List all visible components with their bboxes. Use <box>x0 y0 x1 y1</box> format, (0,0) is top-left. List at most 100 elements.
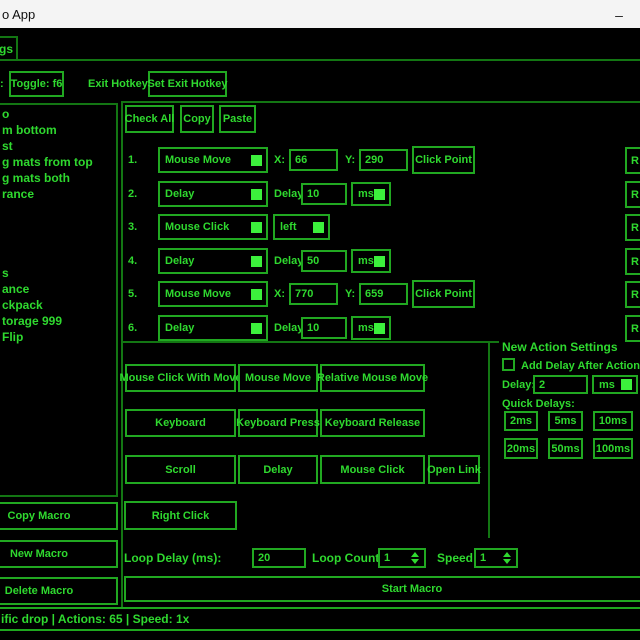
remove-action-button[interactable]: R <box>625 181 640 208</box>
delay-label: Delay: <box>502 379 535 391</box>
start-macro-button[interactable]: Start Macro <box>124 576 640 602</box>
action-row-number: 6. <box>128 322 137 334</box>
action-type-dropdown[interactable]: Delay <box>158 248 268 274</box>
delay-input[interactable]: 50 <box>301 250 347 272</box>
action-row-number: 1. <box>128 154 137 166</box>
mouse-button-dropdown[interactable]: left <box>273 214 330 240</box>
dropdown-indicator-icon <box>251 222 262 233</box>
quick-delay-20ms-button[interactable]: 20ms <box>504 438 538 459</box>
dropdown-indicator-icon <box>313 222 324 233</box>
quick-delay-100ms-button[interactable]: 100ms <box>593 438 633 459</box>
delay-unit-dropdown-value: ms <box>358 322 374 334</box>
action-type-dropdown-value: Mouse Move <box>165 154 231 166</box>
dropdown-indicator-icon <box>251 155 262 166</box>
action-type-dropdown-value: Mouse Click <box>165 221 229 233</box>
action-row-number: 4. <box>128 255 137 267</box>
loop-delay-input[interactable]: 20 <box>252 548 306 568</box>
click-point-button[interactable]: Click Point <box>412 280 475 308</box>
action-type-dropdown-value: Delay <box>165 322 194 334</box>
app-window: o App – gs : Toggle: f6 Exit Hotkey: Set… <box>0 0 640 640</box>
quick-delay-5ms-button[interactable]: 5ms <box>548 411 583 431</box>
status-text: ific drop | Actions: 65 | Speed: 1x <box>1 612 189 626</box>
status-bar: ific drop | Actions: 65 | Speed: 1x <box>0 607 640 631</box>
loop-count-value: 1 <box>384 552 390 564</box>
remove-action-button[interactable]: R <box>625 315 640 342</box>
spinner-arrows-icon[interactable] <box>501 552 513 564</box>
loop-delay-label: Loop Delay (ms): <box>124 551 221 565</box>
dropdown-indicator-icon <box>374 189 385 200</box>
loop-count-stepper[interactable]: 1 <box>378 548 426 568</box>
remove-action-button[interactable]: R <box>625 214 640 241</box>
delete-macro-button[interactable]: Delete Macro <box>0 577 118 605</box>
y-label: Y: <box>345 154 355 166</box>
add-relative-mouse-move-button[interactable]: Relative Mouse Move <box>320 364 425 392</box>
delay-unit-dropdown-value: ms <box>358 255 374 267</box>
delay-input[interactable]: 10 <box>301 183 347 205</box>
click-point-button[interactable]: Click Point <box>412 146 475 174</box>
delay-unit-dropdown[interactable]: ms <box>351 316 391 340</box>
copy-macro-button[interactable]: Copy Macro <box>0 502 118 530</box>
new-action-settings-title: New Action Settings <box>502 340 618 354</box>
add-open-link-button[interactable]: Open Link <box>428 455 480 484</box>
dropdown-indicator-icon <box>251 289 262 300</box>
dropdown-indicator-icon <box>374 323 385 334</box>
add-mouse-move-button[interactable]: Mouse Move <box>238 364 318 392</box>
add-scroll-button[interactable]: Scroll <box>125 455 236 484</box>
x-input[interactable]: 66 <box>289 149 338 171</box>
action-type-dropdown[interactable]: Delay <box>158 315 268 341</box>
remove-action-button[interactable]: R <box>625 281 640 308</box>
speed-stepper[interactable]: 1 <box>474 548 518 568</box>
new-macro-button[interactable]: New Macro <box>0 540 118 568</box>
dropdown-indicator-icon <box>251 323 262 334</box>
settings-divider <box>488 343 490 538</box>
add-keyboard-button[interactable]: Keyboard <box>125 409 236 437</box>
add-mouse-click-button[interactable]: Mouse Click <box>320 455 425 484</box>
delay-unit-dropdown[interactable]: ms <box>592 375 638 394</box>
y-input[interactable]: 659 <box>359 283 408 305</box>
speed-label: Speed: <box>437 551 477 565</box>
delay-label: Delay <box>274 322 303 334</box>
dropdown-indicator-icon <box>251 189 262 200</box>
delay-unit-dropdown[interactable]: ms <box>351 182 391 206</box>
speed-value: 1 <box>480 552 486 564</box>
action-list: 1.Mouse MoveX:66Y:290Click PointR2.Delay… <box>0 0 640 343</box>
action-list-bottom-border <box>121 341 499 343</box>
delay-label: Delay <box>274 188 303 200</box>
action-type-dropdown[interactable]: Delay <box>158 181 268 207</box>
dropdown-indicator-icon <box>251 256 262 267</box>
action-row-number: 5. <box>128 288 137 300</box>
action-type-dropdown[interactable]: Mouse Click <box>158 214 268 240</box>
quick-delay-10ms-button[interactable]: 10ms <box>593 411 633 431</box>
x-input[interactable]: 770 <box>289 283 338 305</box>
add-keyboard-press-button[interactable]: Keyboard Press <box>238 409 318 437</box>
add-right-click-button[interactable]: Right Click <box>124 501 237 530</box>
spinner-arrows-icon[interactable] <box>409 552 421 564</box>
quick-delay-50ms-button[interactable]: 50ms <box>548 438 583 459</box>
x-label: X: <box>274 288 285 300</box>
remove-action-button[interactable]: R <box>625 147 640 174</box>
delay-input[interactable]: 2 <box>533 375 588 394</box>
action-row-number: 2. <box>128 188 137 200</box>
add-mouse-click-with-move-button[interactable]: Mouse Click With Move <box>125 364 236 392</box>
delay-input[interactable]: 10 <box>301 317 347 339</box>
add-keyboard-release-button[interactable]: Keyboard Release <box>320 409 425 437</box>
delay-unit-value: ms <box>599 379 615 391</box>
quick-delay-2ms-button[interactable]: 2ms <box>504 411 538 431</box>
add-delay-checkbox-label: Add Delay After Action <box>521 360 640 372</box>
add-delay-checkbox[interactable] <box>502 358 515 371</box>
delay-label: Delay <box>274 255 303 267</box>
mouse-button-dropdown-value: left <box>280 221 297 233</box>
action-type-dropdown-value: Delay <box>165 188 194 200</box>
dropdown-indicator-icon <box>621 379 632 390</box>
delay-unit-dropdown[interactable]: ms <box>351 249 391 273</box>
y-input[interactable]: 290 <box>359 149 408 171</box>
x-label: X: <box>274 154 285 166</box>
action-type-dropdown[interactable]: Mouse Move <box>158 281 268 307</box>
action-type-dropdown-value: Delay <box>165 255 194 267</box>
loop-count-label: Loop Count: <box>312 551 383 565</box>
action-type-dropdown[interactable]: Mouse Move <box>158 147 268 173</box>
y-label: Y: <box>345 288 355 300</box>
remove-action-button[interactable]: R <box>625 248 640 275</box>
add-delay-button[interactable]: Delay <box>238 455 318 484</box>
delay-unit-dropdown-value: ms <box>358 188 374 200</box>
